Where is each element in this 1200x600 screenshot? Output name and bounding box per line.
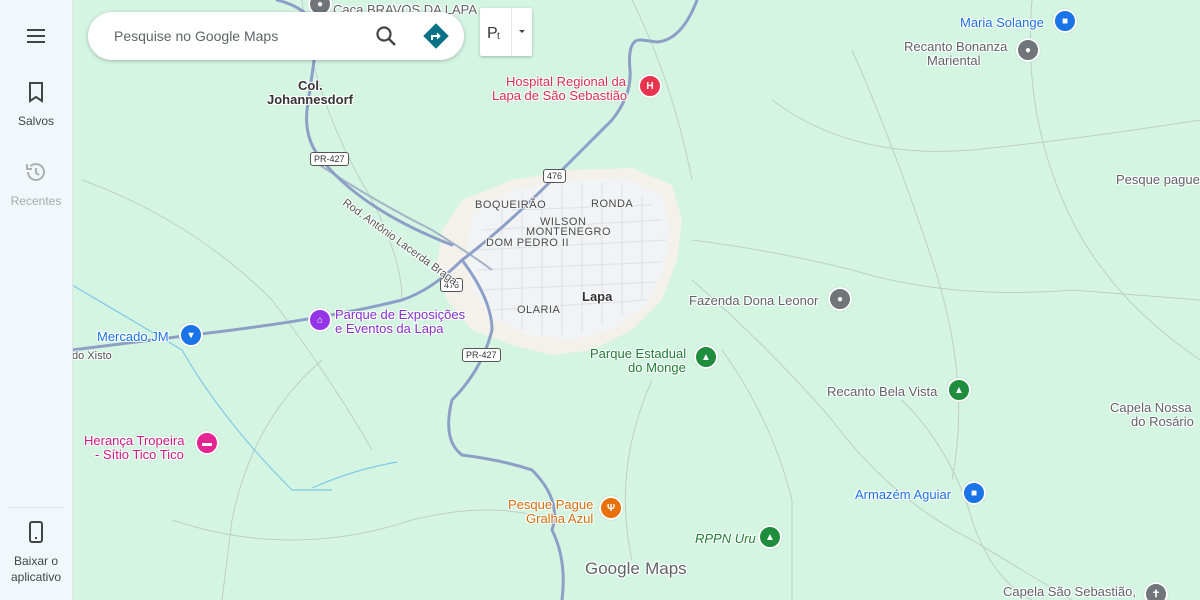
transit-layer-button[interactable]: Pt: [480, 8, 532, 56]
saved-label: Salvos: [17, 114, 55, 128]
place-label-recanto-bela-vista[interactable]: Recanto Bela Vista: [827, 384, 937, 399]
tree-icon[interactable]: ▲: [694, 345, 718, 369]
shopping-bag-icon[interactable]: ■: [1053, 9, 1077, 33]
route-shield-pr427: PR-427: [310, 152, 349, 166]
map-roads: [72, 0, 1200, 600]
route-shield-476: 476: [543, 169, 567, 183]
generic-poi-pin-icon[interactable]: ●: [828, 287, 852, 311]
road-label-xisto: do Xisto: [72, 350, 112, 362]
google-wordmark: Google: [585, 559, 640, 578]
caret-down-icon[interactable]: [512, 8, 532, 56]
place-label-johannesdorf: Johannesdorf: [267, 92, 353, 107]
place-label-hospital[interactable]: Hospital Regional da: [506, 74, 626, 89]
download-app-label: Baixar o aplicativo: [10, 554, 62, 584]
svg-text:t: t: [497, 31, 500, 42]
search-input[interactable]: [112, 20, 356, 52]
place-label-capela-sao-sebastiao[interactable]: Capela São Sebastião,: [1003, 584, 1136, 599]
place-label-armazem-aguiar[interactable]: Armazém Aguiar: [855, 487, 951, 502]
phone-icon: [24, 520, 48, 549]
place-label-pesque-pague[interactable]: Pesque pague: [1116, 172, 1200, 187]
recent-button[interactable]: Recentes: [0, 160, 72, 209]
transit-layer-icon[interactable]: Pt: [480, 8, 513, 56]
tree-icon[interactable]: ▲: [758, 525, 782, 549]
district-label-dom-pedro: DOM PEDRO II: [486, 237, 570, 249]
place-label-capela-nossa[interactable]: Capela Nossa: [1110, 400, 1192, 415]
place-label-parque-estadual[interactable]: Parque Estadual: [590, 346, 686, 361]
menu-button[interactable]: [0, 24, 72, 53]
shopping-bag-icon[interactable]: ■: [962, 481, 986, 505]
download-app-button[interactable]: Baixar o aplicativo: [0, 520, 72, 585]
maps-wordmark: Maps: [645, 559, 687, 578]
place-label-do-monge[interactable]: do Monge: [628, 360, 686, 375]
place-label-eventos-lapa[interactable]: e Eventos da Lapa: [335, 321, 443, 336]
place-label-heranca-tropeira[interactable]: Herança Tropeira: [84, 433, 184, 448]
place-label-gralha-azul[interactable]: Gralha Azul: [526, 511, 593, 526]
shopping-cart-icon[interactable]: ▾: [179, 323, 203, 347]
place-label-parque-exposicoes[interactable]: Parque de Exposições: [335, 307, 465, 322]
place-label-col: Col.: [298, 78, 323, 93]
google-maps-logo: Google Maps: [585, 558, 687, 580]
campground-icon[interactable]: ▲: [947, 378, 971, 402]
restaurant-icon[interactable]: Ψ: [599, 496, 623, 520]
place-label-pesque-pague-gralha[interactable]: Pesque Pague: [508, 497, 593, 512]
generic-poi-pin-icon[interactable]: ●: [1016, 38, 1040, 62]
hamburger-menu-icon: [24, 24, 48, 53]
saved-button[interactable]: Salvos: [0, 80, 72, 129]
bed-icon[interactable]: ▬: [195, 431, 219, 455]
sidebar: Salvos Recentes Baixar o aplicativo: [0, 0, 73, 600]
hospital-icon[interactable]: H: [638, 74, 662, 98]
district-label-boqueirao: BOQUEIRÃO: [475, 199, 547, 211]
place-label-maria-solange[interactable]: Maria Solange: [960, 15, 1044, 30]
history-icon: [24, 160, 48, 189]
place-label-do-rosario[interactable]: do Rosário: [1131, 414, 1194, 429]
place-label-sitio-tico-tico[interactable]: - Sítio Tico Tico: [95, 447, 184, 462]
bookmark-icon: [24, 80, 48, 109]
sidebar-divider: [8, 507, 64, 508]
place-label-recanto-bonanza[interactable]: Recanto Bonanza: [904, 39, 1007, 54]
route-shield-pr427: PR-427: [462, 348, 501, 362]
directions-icon[interactable]: [422, 22, 450, 50]
district-label-ronda: RONDA: [591, 198, 634, 210]
church-icon[interactable]: ✝: [1144, 582, 1168, 600]
district-label-olaria: OLARIA: [517, 304, 561, 316]
search-box: [88, 12, 464, 60]
place-label-mercado-jm[interactable]: Mercado JM: [97, 329, 169, 344]
place-label-hospital-2[interactable]: Lapa de São Sebastião: [492, 88, 627, 103]
city-label-lapa: Lapa: [582, 289, 613, 304]
search-icon[interactable]: [374, 24, 398, 48]
place-label-mariental[interactable]: Mariental: [927, 53, 980, 68]
place-label-rppn-uru[interactable]: RPPN Uru: [695, 531, 756, 546]
map-canvas[interactable]: [72, 0, 1200, 600]
place-label-fazenda-dona-leonor[interactable]: Fazenda Dona Leonor: [689, 293, 818, 308]
event-venue-icon[interactable]: ⌂: [308, 308, 332, 332]
recent-label: Recentes: [10, 194, 62, 208]
